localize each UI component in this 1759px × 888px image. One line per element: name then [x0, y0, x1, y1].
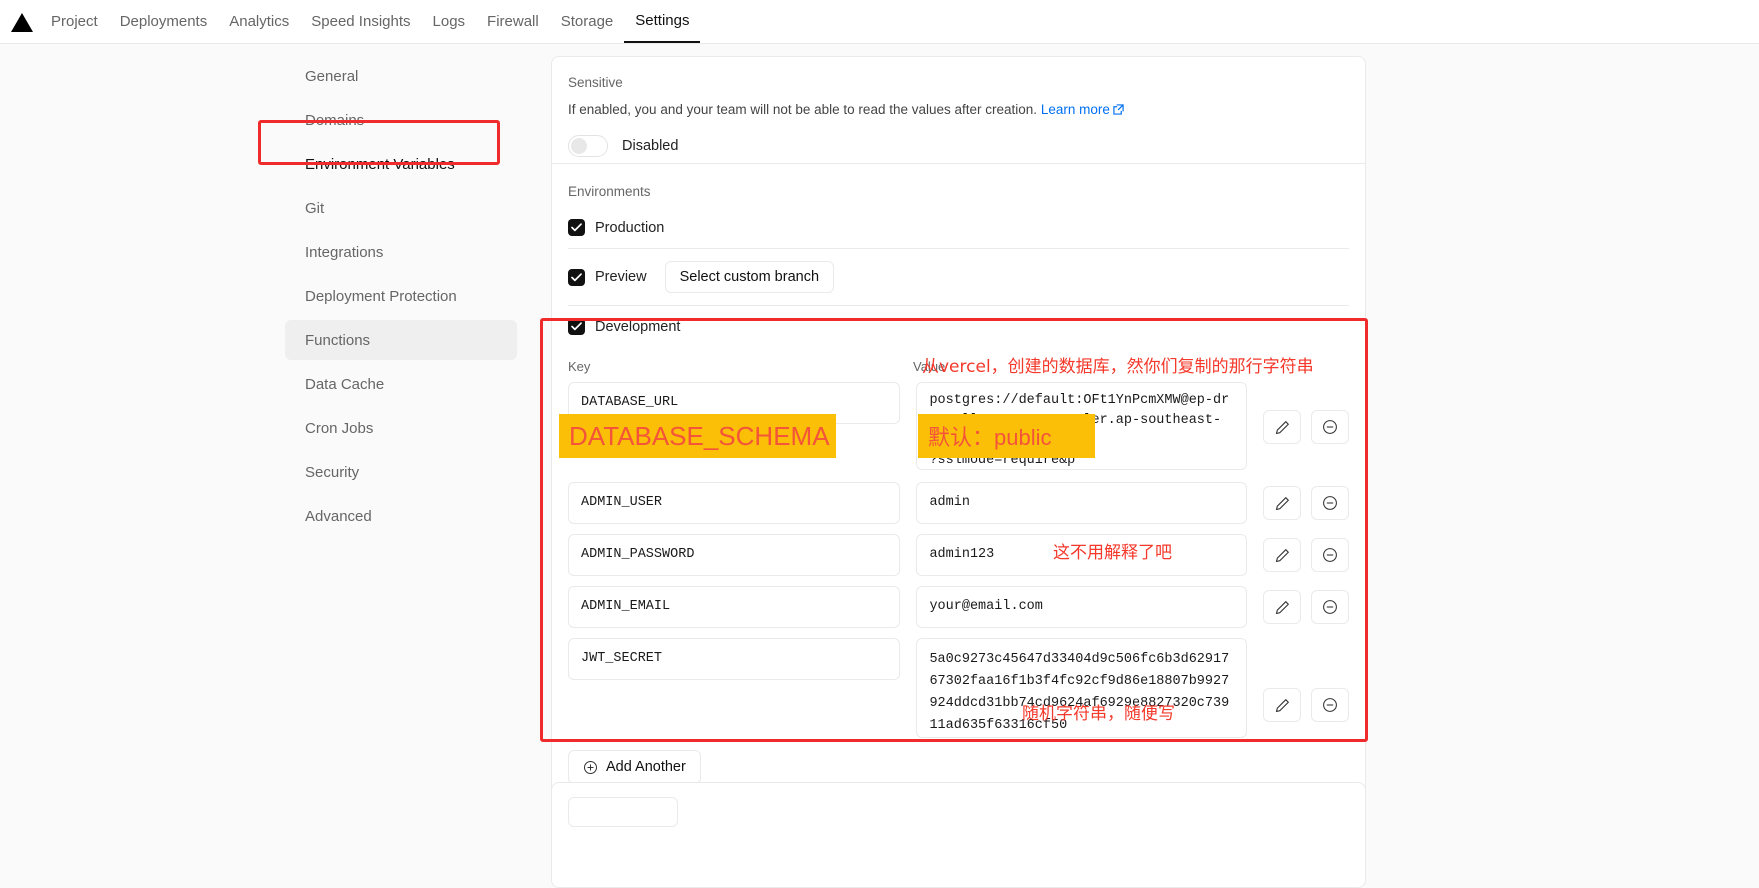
- nav-items: Project Deployments Analytics Speed Insi…: [0, 0, 701, 43]
- edit-row-button[interactable]: [1263, 538, 1301, 573]
- minus-circle-icon: [1323, 496, 1337, 511]
- pencil-icon: [1275, 496, 1289, 510]
- sidebar-item-integrations[interactable]: Integrations: [285, 232, 517, 272]
- sidebar-item-functions[interactable]: Functions: [285, 320, 517, 360]
- learn-more-link[interactable]: Learn more: [1041, 102, 1110, 117]
- kv-key-input-admin-email[interactable]: ADMIN_EMAIL: [568, 586, 901, 629]
- checkbox-development[interactable]: [568, 318, 585, 336]
- toggle-knob: [571, 138, 587, 155]
- nav-item-logs[interactable]: Logs: [422, 0, 477, 43]
- edit-row-button[interactable]: [1263, 486, 1301, 521]
- remove-row-button[interactable]: [1311, 538, 1349, 573]
- kv-value-input-admin-email[interactable]: your@email.com: [916, 586, 1247, 629]
- nav-item-project[interactable]: Project: [40, 0, 109, 43]
- table-row: ADMIN_EMAIL your@email.com: [568, 586, 1349, 629]
- settings-sidebar: General Domains Environment Variables Gi…: [285, 56, 517, 540]
- kv-key-input-jwt-secret[interactable]: JWT_SECRET: [568, 638, 901, 681]
- select-custom-branch-button[interactable]: Select custom branch: [664, 261, 835, 294]
- sidebar-item-security[interactable]: Security: [285, 452, 517, 492]
- table-row: DATABASE_URL postgres://default:OFt1YnPc…: [568, 382, 1349, 471]
- kv-value-input-database-url[interactable]: postgres://default:OFt1YnPcmXMW@ep-dry-c…: [916, 382, 1247, 471]
- sensitive-toggle[interactable]: [568, 135, 608, 158]
- sidebar-item-data-cache[interactable]: Data Cache: [285, 364, 517, 404]
- remove-row-button[interactable]: [1311, 410, 1349, 445]
- kv-value-input-admin-user[interactable]: admin: [916, 482, 1247, 525]
- kv-key-input-database-url[interactable]: DATABASE_URL: [568, 382, 901, 425]
- key-value-table: Key Value DATABASE_URL postgres://defaul…: [552, 347, 1365, 798]
- pencil-icon: [1275, 548, 1289, 562]
- sidebar-item-cron-jobs[interactable]: Cron Jobs: [285, 408, 517, 448]
- plus-circle-icon: [583, 760, 598, 775]
- kv-value-input-admin-password[interactable]: admin123: [916, 534, 1247, 577]
- section-divider: [552, 163, 1365, 165]
- sidebar-item-domains[interactable]: Domains: [285, 100, 517, 140]
- pencil-icon: [1275, 698, 1289, 712]
- table-row: ADMIN_PASSWORD admin123: [568, 534, 1349, 577]
- environment-label-development: Development: [595, 318, 681, 335]
- row-actions: [1263, 382, 1349, 445]
- sensitive-toggle-row: Disabled: [568, 135, 1349, 158]
- remove-row-button[interactable]: [1311, 688, 1349, 723]
- external-link-icon: [1113, 101, 1124, 121]
- row-actions: [1263, 638, 1349, 723]
- nav-item-analytics[interactable]: Analytics: [218, 0, 300, 43]
- sidebar-item-general[interactable]: General: [285, 56, 517, 96]
- vercel-triangle-logo-icon[interactable]: [8, 10, 36, 34]
- sensitive-description-text: If enabled, you and your team will not b…: [568, 102, 1038, 117]
- edit-row-button[interactable]: [1263, 590, 1301, 625]
- minus-circle-icon: [1323, 548, 1337, 563]
- nav-item-deployments[interactable]: Deployments: [109, 0, 219, 43]
- add-another-label: Add Another: [606, 759, 686, 776]
- kv-header-key: Key: [568, 359, 591, 375]
- top-navigation-bar: Project Deployments Analytics Speed Insi…: [0, 0, 1759, 44]
- sidebar-item-environment-variables[interactable]: Environment Variables: [285, 144, 517, 184]
- row-actions: [1263, 586, 1349, 625]
- minus-circle-icon: [1323, 420, 1337, 435]
- kv-header-row: Key Value: [568, 359, 1349, 374]
- pencil-icon: [1275, 600, 1289, 614]
- sensitive-toggle-state: Disabled: [622, 138, 679, 155]
- checkbox-production[interactable]: [568, 219, 585, 237]
- kv-value-input-jwt-secret[interactable]: 5a0c9273c45647d33404d9c506fc6b3d62917673…: [916, 638, 1247, 739]
- next-section-button[interactable]: [568, 797, 678, 827]
- table-row: JWT_SECRET 5a0c9273c45647d33404d9c506fc6…: [568, 638, 1349, 739]
- edit-row-button[interactable]: [1263, 410, 1301, 445]
- add-another-button[interactable]: Add Another: [568, 750, 701, 785]
- environment-row-production: Production: [568, 213, 1349, 248]
- environment-variables-panel: Sensitive If enabled, you and your team …: [551, 56, 1366, 800]
- row-actions: [1263, 482, 1349, 521]
- environment-label-preview: Preview: [595, 269, 647, 286]
- kv-key-input-admin-user[interactable]: ADMIN_USER: [568, 482, 901, 525]
- minus-circle-icon: [1323, 600, 1337, 615]
- table-row: ADMIN_USER admin: [568, 482, 1349, 525]
- kv-header-value: Value: [913, 359, 946, 375]
- environments-section: Environments Production Preview Select c…: [552, 168, 1365, 347]
- sidebar-item-advanced[interactable]: Advanced: [285, 496, 517, 536]
- sidebar-item-deployment-protection[interactable]: Deployment Protection: [285, 276, 517, 316]
- next-section-card: [551, 782, 1366, 888]
- environments-title: Environments: [568, 184, 651, 200]
- sensitive-section: Sensitive If enabled, you and your team …: [552, 57, 1365, 168]
- sidebar-item-git[interactable]: Git: [285, 188, 517, 228]
- sensitive-label: Sensitive: [568, 75, 623, 90]
- remove-row-button[interactable]: [1311, 486, 1349, 521]
- nav-item-speed-insights[interactable]: Speed Insights: [300, 0, 421, 43]
- nav-item-firewall[interactable]: Firewall: [476, 0, 550, 43]
- minus-circle-icon: [1323, 698, 1337, 713]
- pencil-icon: [1275, 420, 1289, 434]
- sensitive-description: If enabled, you and your team will not b…: [568, 100, 1349, 121]
- nav-item-storage[interactable]: Storage: [550, 0, 625, 43]
- environment-row-development: Development: [568, 305, 1349, 347]
- checkbox-preview[interactable]: [568, 268, 585, 286]
- row-actions: [1263, 534, 1349, 573]
- nav-item-settings[interactable]: Settings: [624, 0, 701, 43]
- environment-row-preview: Preview Select custom branch: [568, 248, 1349, 305]
- remove-row-button[interactable]: [1311, 590, 1349, 625]
- app-root: Project Deployments Analytics Speed Insi…: [0, 0, 1759, 888]
- edit-row-button[interactable]: [1263, 688, 1301, 723]
- environment-label-production: Production: [595, 219, 665, 236]
- kv-key-input-admin-password[interactable]: ADMIN_PASSWORD: [568, 534, 901, 577]
